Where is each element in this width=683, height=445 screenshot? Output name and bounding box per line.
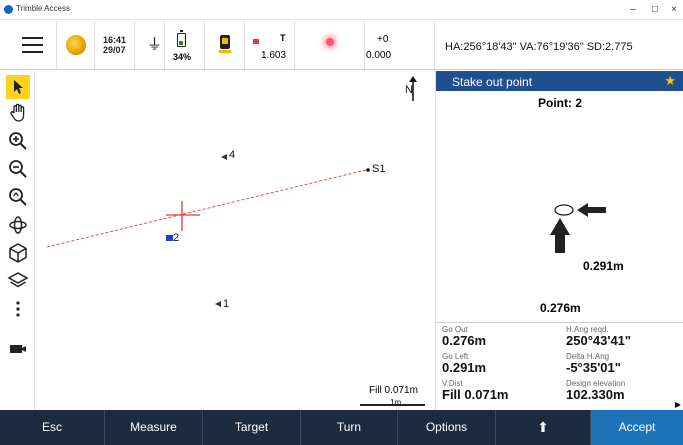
delta-cell: Design elevation 102.330m bbox=[566, 379, 625, 402]
offset-segment[interactable]: +0 0.000 bbox=[365, 21, 435, 69]
point-label: S1 bbox=[372, 163, 386, 175]
panel-title: Stake out point bbox=[452, 75, 533, 89]
power-segment[interactable]: ⏚ bbox=[135, 21, 165, 69]
point-name: Point: 2 bbox=[436, 96, 683, 110]
accept-button[interactable]: Accept bbox=[591, 410, 683, 445]
angle-readout[interactable]: HA:256°18'43" VA:76°19'36" SD:2.775 bbox=[445, 41, 633, 53]
window-title: Trimble Access bbox=[16, 4, 70, 13]
esc-button[interactable]: Esc bbox=[0, 410, 105, 445]
point-label: 2 bbox=[173, 232, 180, 244]
trimble-logo-icon bbox=[4, 5, 13, 14]
pan-hand-icon[interactable] bbox=[6, 101, 30, 125]
stakeout-panel: Stake out point ★ Point: 2 0.291m 0.276m… bbox=[435, 71, 683, 410]
map-canvas[interactable] bbox=[35, 71, 435, 410]
point-2-marker[interactable] bbox=[166, 235, 173, 241]
stakeout-line bbox=[46, 168, 371, 248]
options-button[interactable]: Options bbox=[398, 410, 496, 445]
more-options-icon[interactable] bbox=[6, 297, 30, 321]
laser-pointer-icon bbox=[326, 38, 334, 46]
current-position-crosshair bbox=[166, 201, 200, 231]
window-titlebar: Trimble Access – □ × bbox=[0, 0, 683, 20]
hamburger-menu-icon[interactable] bbox=[22, 37, 43, 53]
zoom-out-icon[interactable] bbox=[6, 157, 30, 181]
point-label: 1 bbox=[223, 298, 230, 310]
delta-value: 250°43'41" bbox=[566, 333, 632, 348]
offset-bottom-value: 0.000 bbox=[366, 50, 392, 61]
point-4-marker[interactable] bbox=[221, 154, 227, 160]
menu-segment[interactable] bbox=[0, 21, 57, 69]
target-button[interactable]: Target bbox=[203, 410, 301, 445]
map-view[interactable]: N 4 S1 2 1 Fill 0.071m 1m bbox=[35, 71, 435, 410]
fill-readout: Fill 0.071m bbox=[369, 385, 418, 396]
measure-button[interactable]: Measure bbox=[105, 410, 203, 445]
point-1-marker[interactable] bbox=[215, 301, 221, 307]
laser-segment[interactable] bbox=[295, 21, 365, 69]
gnss-segment[interactable] bbox=[57, 21, 95, 69]
layers-icon[interactable] bbox=[6, 269, 30, 293]
target-segment[interactable]: T 1.603 bbox=[245, 21, 295, 69]
delta-cell: Delta H.Ang -5°35'01" bbox=[566, 352, 621, 375]
go-forward-arrow-icon bbox=[550, 218, 570, 253]
panel-divider bbox=[436, 322, 683, 323]
date-text: 29/07 bbox=[103, 45, 126, 55]
delta-cell: Go Left 0.291m bbox=[442, 352, 486, 375]
point-name-text: Point: 2 bbox=[538, 96, 582, 110]
target-label: T bbox=[280, 33, 286, 43]
delta-value: 102.330m bbox=[566, 387, 625, 402]
go-right-arrow-icon bbox=[577, 203, 606, 217]
close-button[interactable]: × bbox=[666, 2, 682, 18]
target-height: 1.603 bbox=[261, 50, 287, 61]
orbit-icon[interactable] bbox=[6, 213, 30, 237]
navigation-graphic: 0.291m 0.276m bbox=[436, 111, 683, 323]
delta-value: -5°35'01" bbox=[566, 360, 621, 375]
delta-value: 0.291m bbox=[442, 360, 487, 375]
delta-value: Fill 0.071m bbox=[442, 387, 509, 402]
offset-top-value: +0 bbox=[377, 34, 389, 45]
target-circle-icon bbox=[554, 204, 574, 216]
delta-cell: Go Out 0.276m bbox=[442, 325, 486, 348]
go-right-value: 0.291m bbox=[583, 259, 624, 273]
point-label: 4 bbox=[229, 149, 236, 161]
delta-cell: H.Ang reqd. 250°43'41" bbox=[566, 325, 631, 348]
datetime-segment: 16:41 29/07 bbox=[95, 21, 135, 69]
battery-percent: 34% bbox=[173, 52, 192, 62]
cube-view-icon[interactable] bbox=[6, 241, 30, 265]
turn-button[interactable]: Turn bbox=[301, 410, 398, 445]
delta-cell: V.Dist Fill 0.071m bbox=[442, 379, 508, 402]
panel-header: Stake out point ★ bbox=[436, 71, 683, 91]
total-station-icon bbox=[219, 31, 231, 53]
power-plug-icon: ⏚ bbox=[147, 36, 163, 53]
map-toolbar bbox=[0, 71, 35, 410]
prism-icon bbox=[253, 39, 259, 44]
scroll-right-icon[interactable]: ▶ bbox=[675, 400, 681, 409]
north-label: N bbox=[405, 84, 413, 96]
zoom-extents-icon[interactable] bbox=[6, 185, 30, 209]
clock-display: 16:41 29/07 bbox=[103, 35, 126, 55]
softkey-bar: Esc Measure Target Turn Options ⬆ Accept bbox=[0, 410, 683, 445]
go-forward-value: 0.276m bbox=[540, 301, 581, 315]
point-s1-marker[interactable] bbox=[366, 168, 370, 172]
minimize-button[interactable]: – bbox=[625, 2, 641, 18]
globe-icon bbox=[66, 35, 86, 55]
instrument-segment[interactable] bbox=[205, 21, 245, 69]
shift-up-arrow-button[interactable]: ⬆ bbox=[496, 410, 591, 445]
battery-icon bbox=[177, 30, 186, 47]
delta-value: 0.276m bbox=[442, 333, 487, 348]
status-bar: 16:41 29/07 ⏚ 34% T 1.603 +0 0.000 HA:25… bbox=[0, 21, 683, 70]
maximize-button[interactable]: □ bbox=[647, 2, 663, 18]
select-tool-icon[interactable] bbox=[6, 75, 30, 99]
time-text: 16:41 bbox=[103, 35, 127, 45]
battery-segment[interactable]: 34% bbox=[165, 21, 205, 69]
scale-bar bbox=[360, 404, 425, 406]
favorite-star-icon[interactable]: ★ bbox=[664, 73, 676, 89]
video-camera-icon[interactable] bbox=[6, 337, 30, 361]
zoom-in-icon[interactable] bbox=[6, 129, 30, 153]
